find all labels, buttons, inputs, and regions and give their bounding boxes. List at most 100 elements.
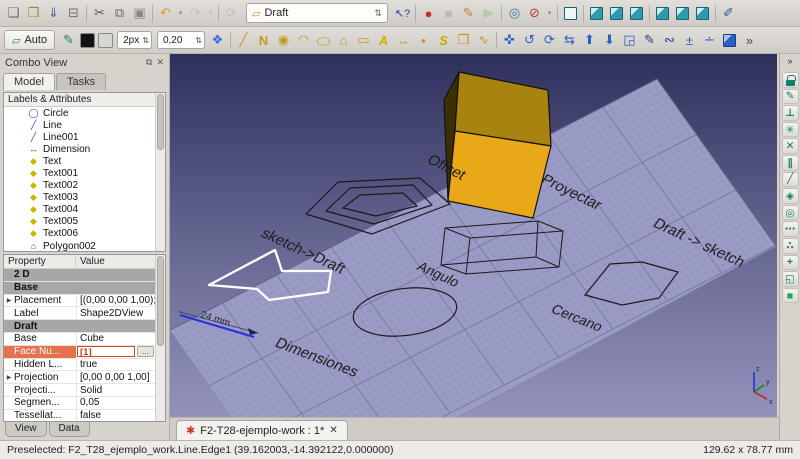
view-rear-button[interactable] [653, 3, 672, 24]
property-value[interactable]: Cube [80, 333, 104, 344]
snap-near-button[interactable]: ∴ [781, 237, 799, 254]
snap-extension-button[interactable]: ╱ [781, 171, 799, 188]
property-value[interactable]: [(0,00 0,00 1,00); 0 °; (... [80, 295, 155, 306]
tab-tasks[interactable]: Tasks [55, 73, 107, 90]
fit-all-button[interactable]: ◎ [505, 3, 524, 24]
snap-perpendicular-button[interactable]: ⊥ [781, 105, 799, 121]
snap-center-button[interactable]: ◎ [781, 204, 799, 221]
macro-stop-button[interactable]: ■ [439, 3, 458, 24]
draft-rotate-button[interactable]: ↺ [520, 30, 539, 51]
undo-button[interactable]: ↶ [156, 3, 175, 24]
draft-circle-button[interactable]: ◉ [274, 30, 293, 51]
refresh-button[interactable]: ⟳ [222, 3, 241, 24]
close-tab-icon[interactable]: ✕ [329, 425, 337, 436]
property-row-face-number[interactable]: Face Nu... [1] ... [4, 345, 155, 359]
toggle-construction-button[interactable]: ✎ [59, 30, 78, 51]
autogroup-button[interactable]: ❖ [208, 30, 227, 51]
draft-scale-button[interactable]: ◲ [620, 30, 639, 51]
property-group-base[interactable]: Base [4, 281, 155, 295]
scale-spinbox[interactable]: 0,20 ⇅ [156, 31, 205, 49]
draft-edit-button[interactable]: ✎ [640, 30, 659, 51]
open-file-button[interactable]: ❒ [24, 3, 43, 24]
draft-ellipse-button[interactable]: ◯ [314, 33, 333, 46]
spinner-arrows-icon[interactable]: ⇅ [195, 36, 202, 45]
draft-rectangle-button[interactable]: ▭ [354, 30, 373, 51]
snap-ortho-button[interactable]: ✳ [781, 121, 799, 138]
expand-arrow-icon[interactable]: ▶ [4, 374, 14, 381]
property-group-2d[interactable]: 2 D [4, 269, 155, 282]
cube-object[interactable] [443, 71, 552, 219]
property-row-placement[interactable]: ▶ Placement [(0,00 0,00 1,00); 0 °; (... [4, 294, 155, 308]
property-value[interactable]: Shape2DView [80, 308, 143, 319]
3d-viewport[interactable]: Offset Proyectar Draft -> sketch sketch-… [170, 54, 777, 417]
tab-view[interactable]: View [5, 422, 47, 437]
tree-item-dimension[interactable]: ↔ Dimension [4, 143, 155, 155]
snap-parallel-button[interactable]: ∥ [781, 154, 799, 171]
draft-upgrade-button[interactable]: ⬆ [580, 30, 599, 51]
working-plane-button[interactable]: ▱ Auto [4, 30, 56, 50]
whats-this-button[interactable]: ↖? [393, 3, 412, 24]
toolbar-overflow[interactable]: » [740, 30, 759, 51]
property-row-projection-mode[interactable]: Projecti... Solid [4, 384, 155, 397]
document-tab[interactable]: ✱ F2-T28-ejemplo-work : 1* ✕ [176, 420, 348, 440]
redo-dropdown[interactable]: ▾ [206, 3, 215, 24]
draft-downgrade-button[interactable]: ⬇ [600, 30, 619, 51]
property-scrollbar-thumb[interactable] [157, 256, 164, 346]
tree-scrollbar[interactable] [155, 93, 165, 251]
draft-arc-button[interactable]: ◠ [294, 30, 313, 51]
draft-bezier-button[interactable]: ∿ [474, 30, 493, 51]
combo-stepper-icon[interactable]: ⇅ [374, 8, 382, 19]
close-panel-icon[interactable]: ✕ [156, 57, 164, 68]
macro-record-button[interactable]: ● [419, 3, 438, 24]
tree-item-text003[interactable]: ◆ Text003 [4, 192, 155, 204]
tab-data[interactable]: Data [48, 422, 90, 437]
tree-item-line[interactable]: ╱ Line [4, 119, 155, 131]
property-row-hidden-lines[interactable]: Hidden L... true [4, 358, 155, 372]
view-left-button[interactable] [693, 3, 712, 24]
property-row-base[interactable]: Base Cube [4, 332, 155, 346]
tree-item-text002[interactable]: ◆ Text002 [4, 180, 155, 192]
property-row-tessellation[interactable]: Tessellat... false [4, 409, 155, 421]
toggle-grid-button[interactable]: ■ [781, 287, 799, 304]
property-value[interactable]: true [80, 359, 97, 370]
snap-special-button[interactable]: ◈ [781, 188, 799, 204]
property-value[interactable]: false [80, 410, 101, 421]
tree-item-line001[interactable]: ╱ Line001 [4, 131, 155, 143]
draft-add-point-button[interactable]: ± [680, 30, 699, 51]
undo-dropdown[interactable]: ▾ [176, 3, 185, 24]
new-file-button[interactable]: ❏ [4, 3, 23, 24]
draft-line-button[interactable]: ╱ [234, 30, 253, 51]
property-value[interactable]: 0,05 [80, 397, 99, 408]
expand-arrow-icon[interactable]: ▶ [4, 297, 14, 304]
draft-delete-point-button[interactable]: ∸ [700, 30, 719, 51]
draft-move-button[interactable]: ✜ [500, 30, 519, 51]
tree-item-text001[interactable]: ◆ Text001 [4, 167, 155, 179]
view-axonometric-button[interactable] [561, 3, 580, 24]
tree-item-text004[interactable]: ◆ Text004 [4, 204, 155, 216]
snap-intersection-button[interactable]: ✕ [781, 138, 799, 154]
draw-style-button[interactable]: ⊘ [525, 3, 544, 24]
property-scrollbar[interactable] [155, 255, 165, 421]
line-width-spinbox[interactable]: 2px ⇅ [117, 31, 152, 49]
snap-dimensions-button[interactable]: ⋯ [781, 221, 799, 237]
redo-button[interactable]: ↷ [186, 3, 205, 24]
copy-button[interactable]: ⧉ [110, 3, 129, 24]
view-top-button[interactable] [607, 3, 626, 24]
snap-grid-button[interactable]: + [781, 254, 799, 271]
draft-facebinder-button[interactable]: ❒ [454, 30, 473, 51]
property-value[interactable]: [1] [77, 346, 135, 358]
spinner-arrows-icon[interactable]: ⇅ [142, 36, 149, 45]
draft-bspline-button[interactable]: S [434, 30, 453, 51]
cut-button[interactable]: ✂ [90, 3, 109, 24]
edit-dialog-button[interactable]: ... [137, 346, 154, 358]
draft-dimension-button[interactable]: ↔ [394, 30, 413, 51]
draft-wire-button[interactable]: N [254, 30, 273, 51]
expand-arrow-icon[interactable] [4, 345, 14, 358]
draft-point-button[interactable]: • [414, 30, 433, 51]
print-button[interactable]: ⊟ [64, 3, 83, 24]
property-value[interactable]: [0,00 0,00 1,00] [80, 372, 150, 383]
view-right-button[interactable] [627, 3, 646, 24]
macro-play-button[interactable]: ▶ [479, 3, 498, 24]
save-button[interactable]: ⇓ [44, 3, 63, 24]
tree-item-text005[interactable]: ◆ Text005 [4, 216, 155, 228]
